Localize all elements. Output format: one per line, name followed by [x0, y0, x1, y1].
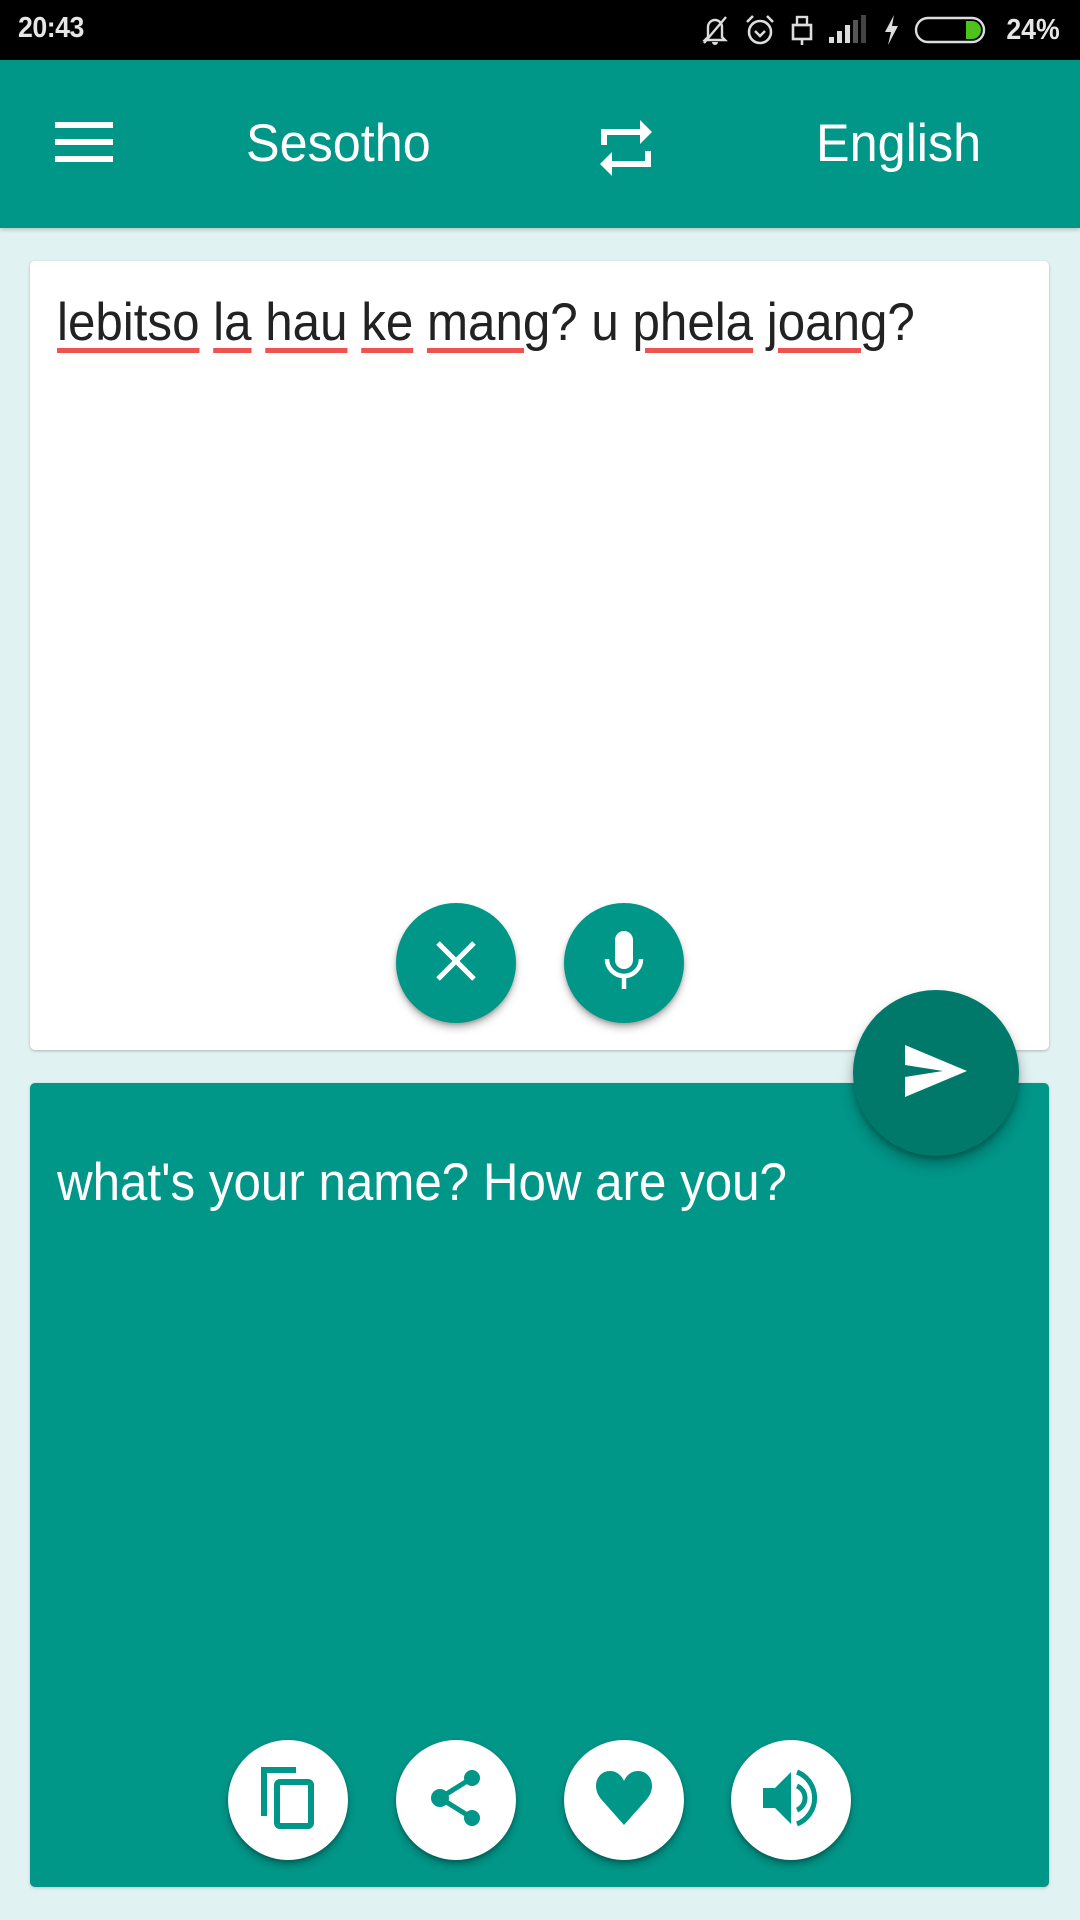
misspelled-word: ke	[361, 293, 414, 352]
notifications-off-icon	[700, 13, 730, 47]
translated-text: what's your name? How are you?	[57, 1153, 787, 1212]
battery-percent: 24%	[1006, 13, 1060, 46]
menu-button[interactable]	[40, 108, 128, 180]
misspelled-word: lebitso	[57, 293, 200, 352]
input-text-segment: ?	[887, 293, 915, 352]
heart-icon	[593, 1769, 655, 1832]
input-text-segment	[413, 293, 427, 352]
clear-button[interactable]	[396, 903, 516, 1023]
share-icon	[428, 1768, 484, 1833]
input-text-segment: ? u	[550, 293, 633, 352]
target-language-button[interactable]: English	[816, 112, 981, 176]
input-card: lebitso la hau ke mang? u phela joang?	[30, 261, 1049, 1050]
signal-icon	[828, 15, 868, 45]
misspelled-word: la	[213, 293, 252, 352]
microphone-button[interactable]	[564, 903, 684, 1023]
input-text-segment	[199, 293, 213, 352]
app-bar: Sesotho English	[0, 60, 1080, 228]
source-language-button[interactable]: Sesotho	[246, 112, 431, 176]
hamburger-menu-icon	[55, 121, 113, 167]
misspelled-word: phela	[632, 293, 754, 352]
close-icon	[434, 939, 478, 988]
swap-languages-icon	[596, 117, 656, 184]
status-bar: 20:43 24%	[0, 0, 1080, 60]
usb-icon	[790, 13, 814, 47]
favorite-button[interactable]	[564, 1740, 684, 1860]
copy-icon	[260, 1766, 316, 1835]
send-icon	[903, 1043, 969, 1104]
source-text-input[interactable]: lebitso la hau ke mang? u phela joang?	[57, 288, 1015, 358]
copy-button[interactable]	[228, 1740, 348, 1860]
misspelled-word: hau	[265, 293, 348, 352]
share-button[interactable]	[396, 1740, 516, 1860]
swap-languages-button[interactable]	[586, 110, 666, 190]
battery-icon	[914, 15, 986, 45]
input-text-segment	[252, 293, 266, 352]
input-text-segment	[348, 293, 362, 352]
misspelled-word: joang	[766, 293, 888, 352]
misspelled-word: mang	[426, 293, 551, 352]
alarm-icon	[744, 13, 776, 47]
microphone-icon	[602, 930, 646, 996]
status-time: 20:43	[18, 12, 84, 44]
input-text-segment	[753, 293, 767, 352]
translate-send-button[interactable]	[853, 990, 1019, 1156]
output-card: what's your name? How are you?	[30, 1083, 1049, 1887]
speak-button[interactable]	[731, 1740, 851, 1860]
status-icons: 24%	[700, 0, 1062, 60]
speaker-icon	[761, 1768, 821, 1833]
charging-icon	[882, 14, 900, 46]
